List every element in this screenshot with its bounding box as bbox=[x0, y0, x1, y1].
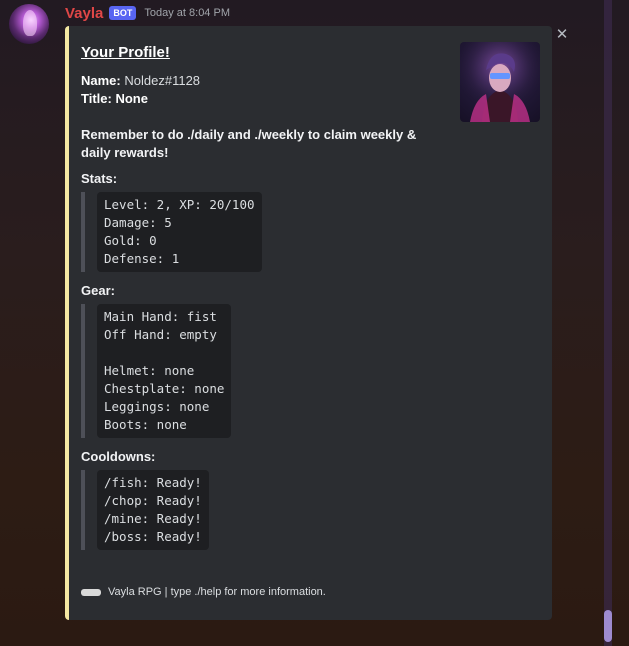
scrollbar-thumb[interactable] bbox=[604, 610, 612, 642]
profile-thumbnail[interactable] bbox=[460, 42, 540, 122]
embed-footer: Vayla RPG | type ./help for more informa… bbox=[81, 586, 326, 598]
gear-codeblock: Main Hand: fist Off Hand: empty Helmet: … bbox=[97, 304, 232, 438]
footer-icon bbox=[81, 588, 101, 596]
message-header: Vayla BOT Today at 8:04 PM bbox=[65, 3, 230, 23]
cooldowns-heading: Cooldowns: bbox=[81, 449, 156, 464]
name-label: Name: bbox=[81, 73, 121, 88]
gear-heading: Gear: bbox=[81, 283, 115, 298]
daily-reminder: Remember to do ./daily and ./weekly to c… bbox=[81, 127, 417, 160]
stats-quote: Level: 2, XP: 20/100 Damage: 5 Gold: 0 D… bbox=[81, 192, 451, 272]
bot-tag-badge: BOT bbox=[109, 6, 137, 20]
footer-text: Vayla RPG | type ./help for more informa… bbox=[108, 586, 326, 598]
name-field: Name: Noldez#1128 bbox=[81, 72, 451, 90]
cooldowns-quote: /fish: Ready! /chop: Ready! /mine: Ready… bbox=[81, 470, 451, 550]
message-timestamp[interactable]: Today at 8:04 PM bbox=[144, 7, 230, 19]
bot-avatar[interactable] bbox=[9, 4, 49, 44]
stats-heading: Stats: bbox=[81, 171, 118, 186]
gear-quote: Main Hand: fist Off Hand: empty Helmet: … bbox=[81, 304, 451, 438]
stats-codeblock: Level: 2, XP: 20/100 Damage: 5 Gold: 0 D… bbox=[97, 192, 262, 272]
cooldowns-codeblock: /fish: Ready! /chop: Ready! /mine: Ready… bbox=[97, 470, 209, 550]
title-field: Title: None bbox=[81, 90, 451, 108]
name-value: Noldez#1128 bbox=[124, 73, 201, 88]
title-label: Title: bbox=[81, 91, 112, 106]
embed-title: Your Profile! bbox=[81, 44, 170, 61]
title-value: None bbox=[115, 91, 148, 106]
embed-content: Your Profile! Name: Noldez#1128 Title: N… bbox=[81, 44, 451, 550]
username[interactable]: Vayla bbox=[65, 5, 103, 22]
profile-embed: Your Profile! Name: Noldez#1128 Title: N… bbox=[65, 26, 552, 620]
close-icon[interactable]: ✕ bbox=[554, 26, 570, 42]
scrollbar-track[interactable] bbox=[604, 0, 612, 646]
